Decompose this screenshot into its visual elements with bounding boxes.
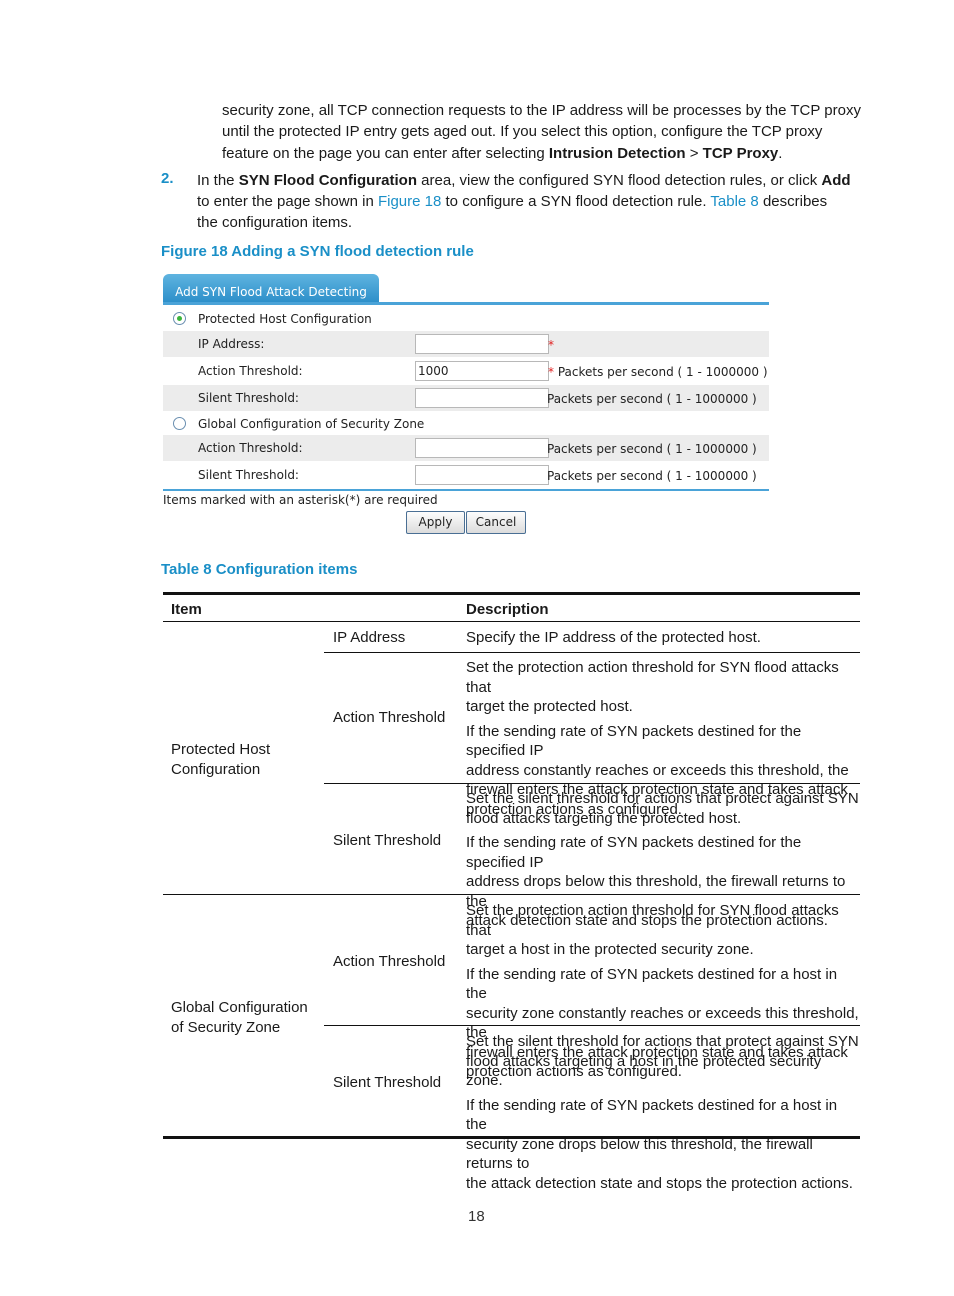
- step-text: In the: [197, 172, 239, 189]
- table-row-item: Silent Threshold: [333, 832, 442, 849]
- figure-caption: Figure 18 Adding a SYN flood detection r…: [161, 243, 474, 260]
- row-rule: [324, 783, 860, 784]
- protected-host-option-row: Protected Host Configuration: [163, 306, 769, 332]
- desc-line: If the sending rate of SYN packets desti…: [466, 722, 802, 760]
- desc-line: If the sending rate of SYN packets desti…: [466, 834, 802, 871]
- menu-path-intrusion-detection: Intrusion Detection: [548, 145, 686, 162]
- menu-path-tcp-proxy: TCP Proxy: [702, 145, 779, 162]
- row-rule: [324, 1025, 860, 1026]
- global-silent-threshold-row: Silent Threshold: Packets per second ( 1…: [163, 462, 769, 488]
- global-silent-threshold-input[interactable]: [415, 465, 549, 485]
- page-number: 18: [468, 1208, 485, 1225]
- table-top-rule: [163, 592, 860, 595]
- required-asterisk: *: [548, 338, 554, 352]
- global-config-label: Global Configuration of Security Zone: [198, 417, 425, 431]
- menu-separator: >: [685, 145, 703, 162]
- header-item: Item: [171, 601, 202, 618]
- desc-line: Set the silent threshold for actions tha…: [466, 790, 859, 807]
- tab-underline: [163, 302, 769, 305]
- group-name-protected-host: Protected Host Configuration: [171, 740, 270, 779]
- global-silent-threshold-hint: Packets per second ( 1 - 1000000 ): [547, 469, 757, 483]
- protected-host-label: Protected Host Configuration: [198, 312, 372, 326]
- action-threshold-row: Action Threshold: 1000 * Packets per sec…: [163, 358, 769, 384]
- desc-line: security zone drops below this threshold…: [466, 1135, 813, 1173]
- intro-line-3: feature on the page you can enter after …: [222, 143, 782, 164]
- group-name-global-config: Global Configuration of Security Zone: [171, 998, 308, 1037]
- header-description: Description: [466, 601, 549, 618]
- silent-threshold-input[interactable]: [415, 388, 549, 408]
- step2-line-1: In the SYN Flood Configuration area, vie…: [197, 170, 851, 191]
- step2-line-2: to enter the page shown in Figure 18 to …: [197, 191, 827, 212]
- table-row-item: Silent Threshold: [333, 1074, 442, 1091]
- desc-line: target a host in the protected security …: [466, 941, 754, 958]
- group-name-line: of Security Zone: [171, 1018, 281, 1036]
- desc-line: If the sending rate of SYN packets desti…: [466, 965, 838, 1003]
- desc-line: If the sending rate of SYN packets desti…: [466, 1096, 838, 1134]
- silent-threshold-label: Silent Threshold:: [198, 391, 299, 405]
- tab-add-syn-flood-attack-detecting[interactable]: Add SYN Flood Attack Detecting: [163, 274, 379, 304]
- ip-address-row: IP Address: *: [163, 331, 769, 357]
- global-action-threshold-label: Action Threshold:: [198, 441, 303, 455]
- desc-line: flood attacks targeting a host in the pr…: [466, 1052, 822, 1090]
- table-row-item: Action Threshold: [333, 953, 446, 970]
- add-term: Add: [821, 172, 851, 189]
- global-action-threshold-row: Action Threshold: Packets per second ( 1…: [163, 435, 769, 461]
- table-row-item: IP Address: [333, 629, 406, 646]
- table-caption: Table 8 Configuration items: [161, 561, 358, 578]
- cancel-button[interactable]: Cancel: [466, 511, 526, 534]
- desc-line: flood attacks targeting the protected ho…: [466, 809, 742, 827]
- protected-host-radio[interactable]: [173, 312, 186, 325]
- form-bottom-divider: [163, 489, 769, 491]
- intro-text: feature on the page you can enter after …: [222, 145, 549, 162]
- group-name-line: Configuration: [171, 760, 261, 778]
- step-text: describes: [758, 193, 828, 210]
- step-text: area, view the configured SYN flood dete…: [417, 172, 822, 189]
- syn-flood-configuration-term: SYN Flood Configuration: [238, 172, 418, 189]
- table-8-link[interactable]: Table 8: [710, 193, 758, 210]
- ip-address-label: IP Address:: [198, 337, 265, 351]
- step2-line-3: the configuration items.: [197, 214, 353, 231]
- table-row-desc: Set the silent threshold for actions tha…: [466, 1032, 860, 1193]
- action-threshold-input[interactable]: 1000: [415, 361, 549, 381]
- step-text: to configure a SYN flood detection rule.: [441, 193, 711, 210]
- table-bottom-rule: [163, 1136, 860, 1139]
- global-action-threshold-input[interactable]: [415, 438, 549, 458]
- global-config-option-row: Global Configuration of Security Zone: [163, 411, 769, 437]
- row-rule: [324, 652, 860, 653]
- step-text: to enter the page shown in: [197, 193, 378, 210]
- figure-18-link[interactable]: Figure 18: [378, 193, 441, 210]
- period: .: [778, 145, 783, 162]
- desc-line: Set the silent threshold for actions tha…: [466, 1033, 859, 1050]
- table-row-desc: Specify the IP address of the protected …: [466, 629, 761, 646]
- desc-line: address constantly reaches or exceeds th…: [466, 761, 849, 779]
- header-rule: [163, 621, 860, 622]
- global-config-radio[interactable]: [173, 417, 186, 430]
- silent-threshold-row: Silent Threshold: Packets per second ( 1…: [163, 385, 769, 411]
- intro-line-1: security zone, all TCP connection reques…: [222, 102, 861, 119]
- global-action-threshold-hint: Packets per second ( 1 - 1000000 ): [547, 442, 757, 456]
- ip-address-input[interactable]: [415, 334, 549, 354]
- action-threshold-range: Packets per second ( 1 - 1000000 ): [554, 365, 768, 379]
- group-name-line: Protected Host: [171, 741, 271, 758]
- group-name-line: Global Configuration: [171, 999, 308, 1016]
- group-rule: [163, 894, 860, 895]
- action-threshold-label: Action Threshold:: [198, 364, 303, 378]
- table-row-item: Action Threshold: [333, 709, 446, 726]
- ip-address-hint: *: [548, 338, 554, 352]
- desc-line: Set the protection action threshold for …: [466, 902, 839, 939]
- global-silent-threshold-label: Silent Threshold:: [198, 468, 299, 482]
- step-number: 2.: [161, 170, 174, 187]
- required-note: Items marked with an asterisk(*) are req…: [163, 493, 438, 507]
- desc-line: the attack detection state and stops the…: [466, 1174, 853, 1192]
- desc-line: target the protected host.: [466, 698, 633, 715]
- action-threshold-hint: * Packets per second ( 1 - 1000000 ): [548, 365, 768, 379]
- desc-line: Set the protection action threshold for …: [466, 659, 839, 696]
- apply-button[interactable]: Apply: [406, 511, 465, 534]
- silent-threshold-hint: Packets per second ( 1 - 1000000 ): [547, 392, 757, 406]
- intro-line-2: until the protected IP entry gets aged o…: [222, 123, 823, 140]
